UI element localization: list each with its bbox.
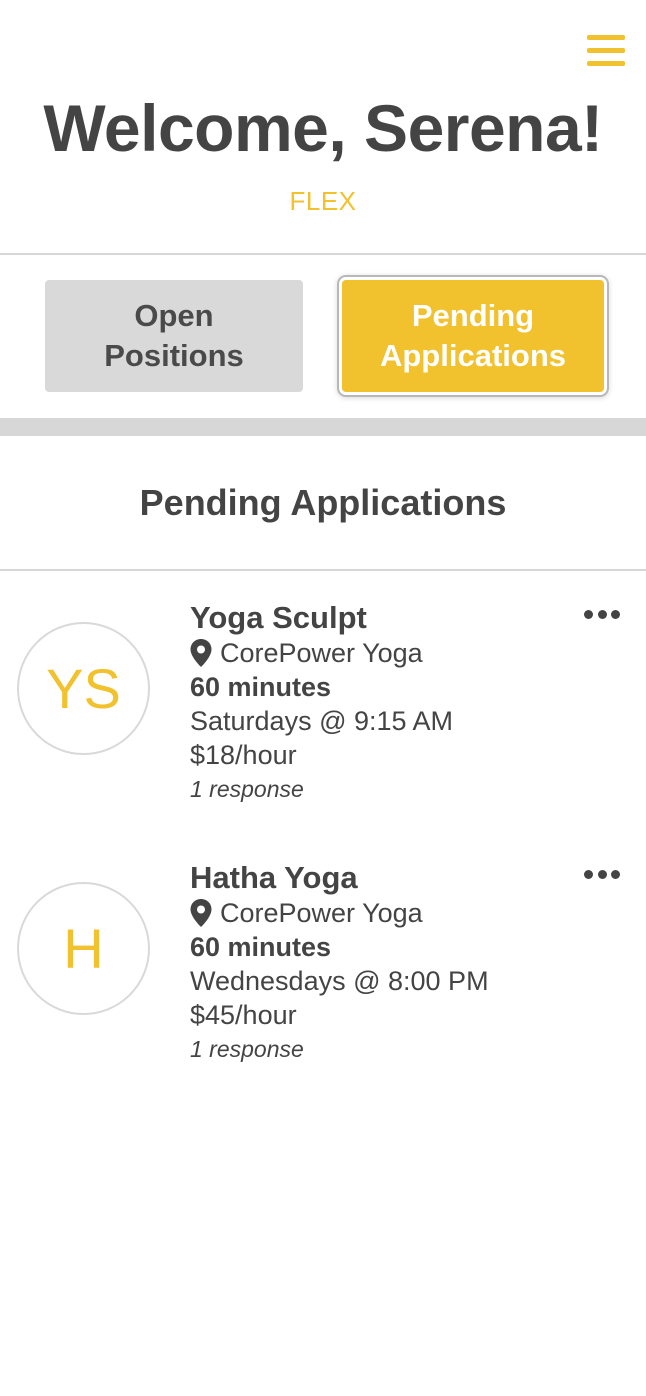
section-divider — [0, 569, 646, 571]
location-row: CorePower Yoga — [190, 636, 590, 670]
menu-bar — [587, 34, 625, 40]
avatar: YS — [17, 622, 150, 755]
more-options-icon[interactable] — [584, 604, 620, 624]
hamburger-menu-button[interactable] — [582, 28, 630, 72]
app-screen: Welcome, Serena! FLEX Open Positions Pen… — [0, 0, 646, 1396]
response-count: 1 response — [190, 1036, 304, 1062]
tab-pending-applications[interactable]: Pending Applications — [342, 280, 604, 392]
location-row: CorePower Yoga — [190, 896, 590, 930]
tabs-divider-band — [0, 418, 646, 436]
class-title: Yoga Sculpt — [190, 600, 367, 635]
duration: 60 minutes — [190, 672, 332, 702]
application-info: Hatha Yoga CorePower Yoga 60 minutes Wed… — [190, 860, 590, 1066]
welcome-heading: Welcome, Serena! — [43, 91, 603, 165]
pay-rate: $18/hour — [190, 740, 297, 770]
location-name: CorePower Yoga — [220, 898, 423, 928]
duration: 60 minutes — [190, 932, 332, 962]
header-divider — [0, 253, 646, 255]
more-options-icon[interactable] — [584, 864, 620, 884]
menu-bar — [587, 60, 625, 66]
application-card[interactable]: H Hatha Yoga CorePower Yoga 60 minutes W… — [0, 860, 646, 1090]
more-dot — [597, 609, 607, 619]
section-title: Pending Applications — [139, 482, 507, 523]
schedule: Wednesdays @ 8:00 PM — [190, 966, 489, 996]
application-info: Yoga Sculpt CorePower Yoga 60 minutes Sa… — [190, 600, 590, 806]
more-dot — [611, 609, 620, 619]
tab-open-positions[interactable]: Open Positions — [45, 280, 303, 392]
user-type-label: FLEX — [289, 186, 357, 216]
response-count: 1 response — [190, 776, 304, 802]
more-dot — [584, 609, 593, 619]
more-dot — [597, 869, 607, 879]
location-pin-icon — [190, 899, 212, 927]
more-dot — [611, 869, 620, 879]
avatar: H — [17, 882, 150, 1015]
menu-bar — [587, 47, 625, 53]
application-card[interactable]: YS Yoga Sculpt CorePower Yoga 60 minutes… — [0, 600, 646, 830]
class-title: Hatha Yoga — [190, 860, 358, 895]
pay-rate: $45/hour — [190, 1000, 297, 1030]
more-dot — [584, 869, 593, 879]
location-pin-icon — [190, 639, 212, 667]
location-name: CorePower Yoga — [220, 638, 423, 668]
schedule: Saturdays @ 9:15 AM — [190, 706, 454, 736]
